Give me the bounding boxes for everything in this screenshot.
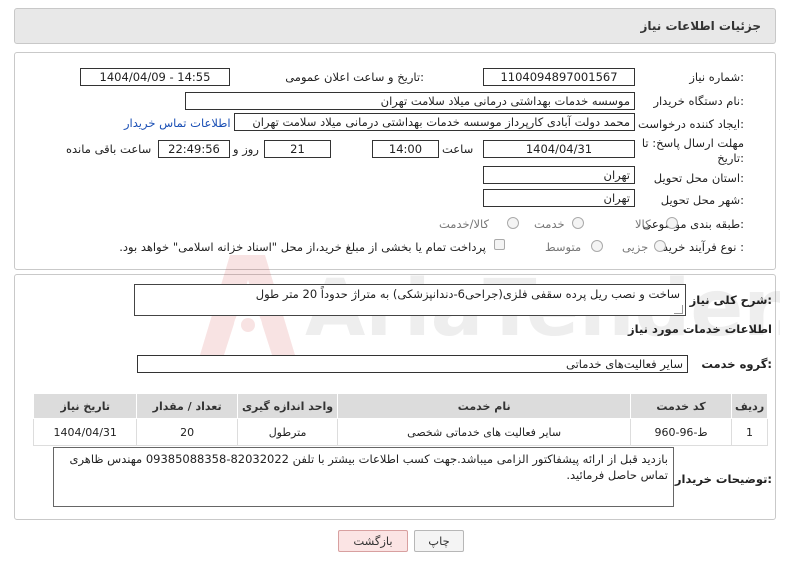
summary-field: ساخت و نصب ریل پرده سقفی فلزی(جراحی6-دند… [134, 284, 686, 316]
category-option-goods-label: کالا [635, 217, 651, 231]
cell-index: 1 [731, 418, 768, 446]
services-table: تاریخ نیاز تعداد / مقدار واحد اندازه گیر… [32, 393, 768, 446]
province-field: تهران [483, 166, 635, 184]
table-row: 1404/04/31 20 مترطول سایر فعالیت های خدم… [32, 418, 768, 446]
treasury-payment-note: پرداخت تمام یا بخشی از مبلغ خرید،از محل … [119, 240, 486, 254]
buyer-notes-label: توضیحات خریدار: [674, 472, 772, 486]
process-option-minor-radio[interactable] [654, 240, 666, 252]
category-option-goods-radio[interactable] [666, 217, 678, 229]
services-section-title: اطلاعات خدمات مورد نیاز [628, 322, 772, 336]
deadline-time-field: 14:00 [372, 140, 439, 158]
cell-date: 1404/04/31 [32, 418, 138, 446]
cell-qty: 20 [136, 418, 238, 446]
deadline-label: مهلت ارسال پاسخ: تا تاریخ: [642, 136, 744, 166]
buyer-contact-link[interactable]: اطلاعات تماس خریدار [124, 116, 231, 130]
days-field: 21 [264, 140, 331, 158]
col-name: نام خدمت [337, 393, 631, 419]
remaining-time-label: ساعت باقی مانده [66, 142, 152, 156]
cell-unit: مترطول [236, 418, 339, 446]
treasury-payment-checkbox[interactable] [494, 239, 505, 250]
col-qty: تعداد / مقدار [136, 393, 238, 419]
need-number-field: 1104094897001567 [483, 68, 635, 86]
cell-name: سایر فعالیت های خدماتی شخصی [337, 418, 631, 446]
category-label: طبقه بندی موضوعی: [642, 217, 744, 231]
col-unit: واحد اندازه گیری [236, 393, 339, 419]
buyer-field: موسسه خدمات بهداشتی درمانی میلاد سلامت ت… [185, 92, 635, 110]
service-group-field: سایر فعالیت‌های خدماتی [137, 355, 688, 373]
col-date: تاریخ نیاز [32, 393, 138, 419]
category-option-both-radio[interactable] [507, 217, 519, 229]
services-table-wrap: تاریخ نیاز تعداد / مقدار واحد اندازه گیر… [32, 393, 768, 446]
creator-field: محمد دولت آبادی کارپرداز موسسه خدمات بهد… [234, 113, 635, 131]
process-option-medium-label: متوسط [545, 240, 582, 254]
page-header: جزئیات اطلاعات نیاز [14, 8, 776, 44]
process-option-minor-label: جزیی [622, 240, 649, 254]
service-group-label: گروه خدمت: [701, 357, 772, 371]
city-label: شهر محل تحویل: [660, 193, 744, 207]
category-option-service-radio[interactable] [572, 217, 584, 229]
buyer-notes-field: بازدید قبل از ارائه پیشفاکتور الزامی میب… [53, 447, 674, 507]
announce-field: 1404/04/09 - 14:55 [80, 68, 230, 86]
buyer-label: نام دستگاه خریدار: [653, 94, 744, 108]
page-title: جزئیات اطلاعات نیاز [640, 19, 761, 33]
deadline-label-line1: مهلت ارسال پاسخ: تا [641, 136, 744, 150]
category-option-service-label: خدمت [534, 217, 565, 231]
summary-text: ساخت و نصب ریل پرده سقفی فلزی(جراحی6-دند… [255, 287, 680, 301]
deadline-time-label: ساعت [442, 142, 474, 156]
category-option-both-label: کالا/خدمت [439, 217, 490, 231]
process-label: نوع فرآیند خرید : [662, 240, 744, 254]
services-table-header: تاریخ نیاز تعداد / مقدار واحد اندازه گیر… [32, 393, 768, 419]
col-index: ردیف [731, 393, 768, 419]
summary-label: شرح کلی نیاز: [689, 293, 772, 307]
province-label: استان محل تحویل: [653, 171, 744, 185]
announce-label: تاریخ و ساعت اعلان عمومی: [285, 70, 424, 84]
creator-label: ایجاد کننده درخواست: [638, 117, 744, 131]
remaining-time-field: 22:49:56 [158, 140, 230, 158]
city-field: تهران [483, 189, 635, 207]
process-option-medium-radio[interactable] [591, 240, 603, 252]
cell-code: ط-96-960 [629, 418, 733, 446]
col-code: کد خدمت [629, 393, 733, 419]
deadline-date-field: 1404/04/31 [483, 140, 635, 158]
back-button[interactable]: بازگشت [338, 530, 408, 552]
print-button[interactable]: چاپ [414, 530, 464, 552]
need-number-label: شماره نیاز: [689, 70, 744, 84]
deadline-label-line2: تاریخ: [717, 151, 744, 165]
buyer-notes-text: بازدید قبل از ارائه پیشفاکتور الزامی میب… [69, 452, 668, 482]
resize-handle-icon[interactable] [674, 305, 683, 314]
days-label: روز و [233, 142, 259, 156]
